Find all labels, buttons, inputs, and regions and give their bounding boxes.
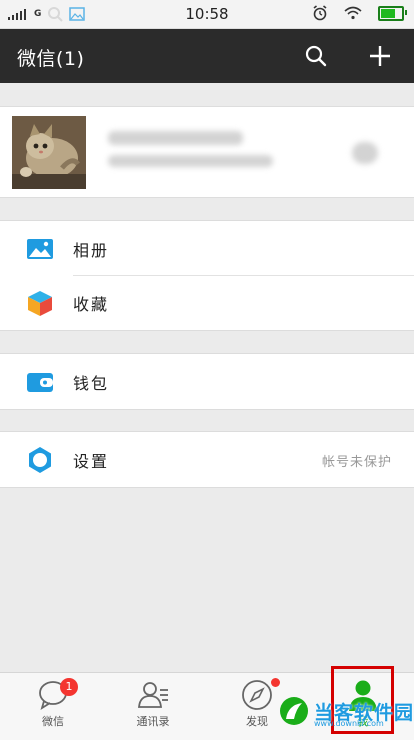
tab-label-contacts: 通讯录 [136,715,170,728]
tab-label-chats: 微信 [42,715,64,728]
wallet-icon [27,373,53,392]
profile-card[interactable] [0,106,414,198]
watermark-logo-icon [280,697,308,725]
tab-contacts[interactable]: 通讯录 [108,673,198,740]
battery-fill [381,8,395,18]
alarm-icon [313,5,327,21]
search-button[interactable] [294,29,338,83]
watermark-url: www.downkr.com [314,719,384,728]
menu-item-album[interactable]: 相册 [0,220,414,276]
menu-item-settings[interactable]: 设置 帐号未保护 [0,431,414,488]
favorites-cube-icon [28,291,52,316]
battery-icon [378,5,407,21]
menu-label-album: 相册 [73,241,110,260]
search-icon [305,45,327,67]
menu-item-wallet[interactable]: 钱包 [0,353,414,410]
add-button[interactable] [358,29,402,83]
title-bar: 微信(1) [0,29,414,83]
new-activity-dot [271,678,280,687]
plus-icon [370,46,390,66]
row-divider [73,275,414,276]
watermark: 当客软件园 www.downkr.com [278,695,414,728]
menu-label-favorites: 收藏 [73,295,110,314]
contacts-icon [138,682,168,708]
wifi-icon [344,6,362,20]
kitten-photo [12,116,86,189]
unread-badge: 1 [60,678,78,696]
account-protection-note: 帐号未保护 [321,455,392,470]
settings-gear-icon [29,447,51,473]
menu-item-favorites[interactable]: 收藏 [0,275,414,331]
qr-code-icon [352,142,378,164]
status-right-icons [312,5,407,21]
profile-id-blurred [108,155,273,167]
compass-icon [242,680,272,710]
menu-label-wallet: 钱包 [73,374,110,393]
page-title: 微信(1) [17,48,85,70]
tab-chats[interactable]: 1 微信 [8,673,98,740]
status-bar: G 10:58 [0,0,414,29]
menu-label-settings: 设置 [73,452,110,471]
album-icon [27,239,53,259]
avatar [12,116,86,189]
profile-name-blurred [108,131,243,145]
